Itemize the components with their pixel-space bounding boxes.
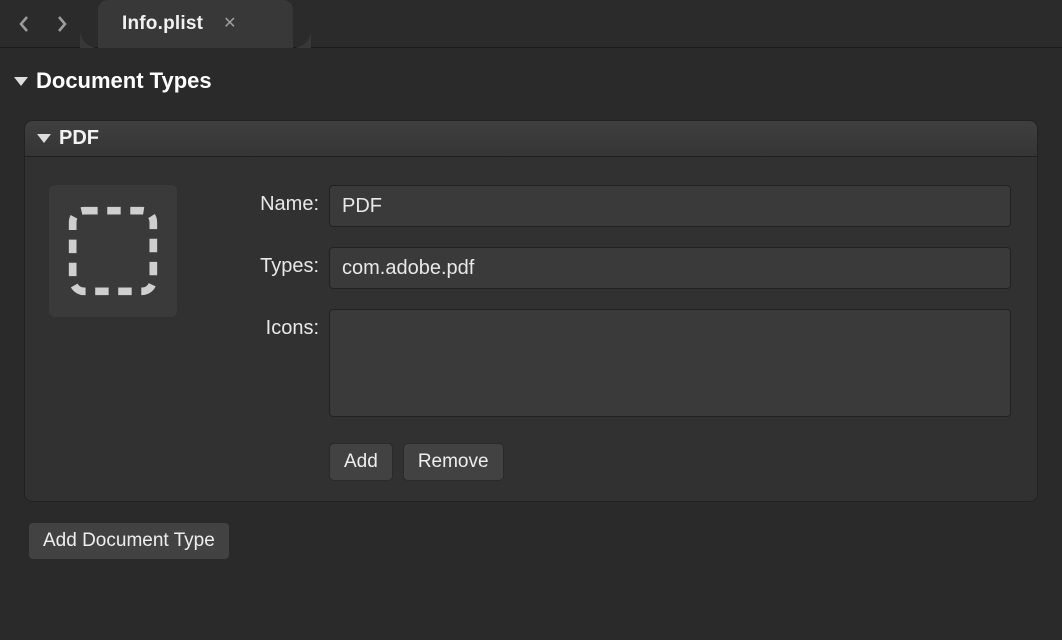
document-type-panel: PDF Name: Types: Icons: Add Remove — [24, 120, 1038, 502]
disclosure-triangle-icon — [37, 134, 51, 143]
types-input[interactable] — [329, 247, 1011, 289]
section-header[interactable]: Document Types — [14, 68, 1048, 112]
nav-forward-button[interactable] — [52, 14, 72, 34]
icons-label: Icons: — [209, 309, 319, 340]
document-type-title: PDF — [59, 127, 99, 150]
remove-icon-button[interactable]: Remove — [403, 443, 504, 481]
name-label: Name: — [209, 185, 319, 216]
nav-back-button[interactable] — [14, 14, 34, 34]
placeholder-icon — [65, 203, 161, 299]
icons-well[interactable] — [329, 309, 1011, 417]
name-input[interactable] — [329, 185, 1011, 227]
section-title: Document Types — [36, 68, 212, 94]
close-icon[interactable]: ✕ — [217, 14, 242, 34]
document-icon-well[interactable] — [49, 185, 177, 317]
document-type-header[interactable]: PDF — [25, 121, 1037, 157]
add-icon-button[interactable]: Add — [329, 443, 393, 481]
tab-info-plist[interactable]: Info.plist ✕ — [98, 0, 293, 48]
add-document-type-button[interactable]: Add Document Type — [28, 522, 230, 560]
tab-title: Info.plist — [122, 13, 203, 35]
disclosure-triangle-icon — [14, 77, 28, 86]
document-types-section: Document Types PDF Name: Types: Icons: A… — [0, 48, 1062, 578]
tab-bar: Info.plist ✕ — [0, 0, 1062, 48]
types-label: Types: — [209, 247, 319, 278]
